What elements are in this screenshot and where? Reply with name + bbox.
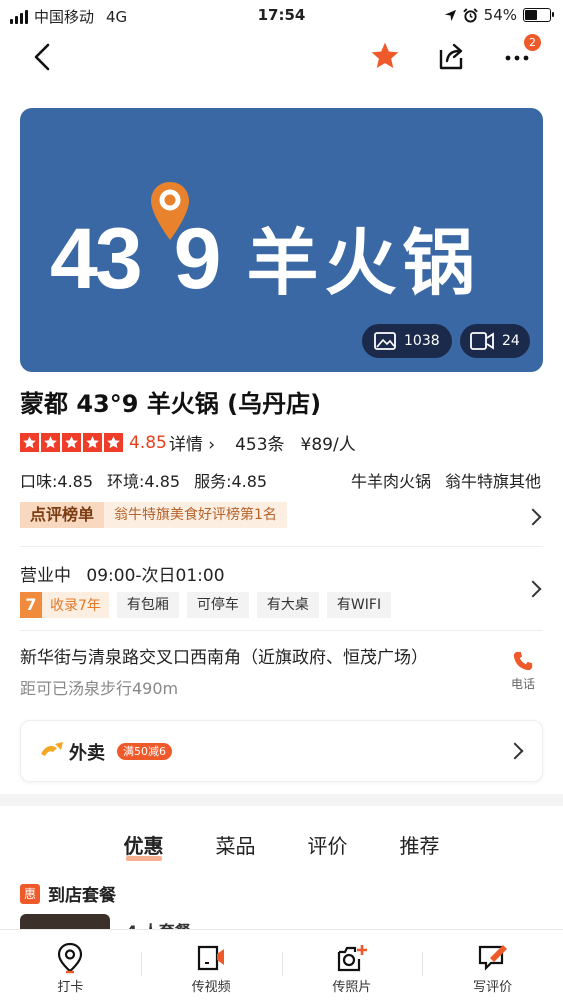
avg-price: ¥89/人 [300,435,356,455]
rating-score: 4.85 [129,432,167,453]
camera-upload-icon [337,945,367,972]
battery-icon [523,8,554,22]
takeout-chevron-icon [506,742,524,760]
upload-photo-button[interactable]: 传照片 [281,930,423,1000]
address-text[interactable]: 新华街与清泉路交叉口西南角（近旗政府、恒茂广场） [20,643,490,668]
nav-bar: 2 [0,30,563,86]
ranking-badge[interactable]: 点评榜单 翁牛特旗美食好评榜第1名 [20,502,287,528]
categories: 牛羊肉火锅 翁牛特旗其他 [351,468,541,492]
delivery-icon [41,742,63,756]
open-time: 09:00-次日01:00 [86,566,225,586]
back-arrow-icon[interactable] [28,42,58,72]
alarm-icon [462,7,478,23]
write-review-button[interactable]: 写评价 [422,930,563,1000]
sub-scores: 口味:4.85 环境:4.85 服务:4.85 [20,468,267,492]
facilities-row: 7 收录7年 有包厢 可停车 有大桌 有WIFI [20,592,392,618]
brand-chinese: 羊火锅 [246,221,481,305]
rating-star-icon [104,433,123,452]
takeout-label: 外卖 [69,743,105,764]
video-upload-icon [198,945,225,971]
write-review-label: 写评价 [473,980,513,995]
phone-button[interactable]: 电话 [511,650,535,692]
facility-tag: 有大桌 [256,592,319,618]
upload-video-button[interactable]: 传视频 [140,930,282,1000]
rating-row: 4.85 详情 › 453条 ¥89/人 [20,430,356,455]
tab-recommend[interactable]: 推荐 [400,830,440,859]
phone-label: 电话 [510,677,535,691]
package-title: 到店套餐 [48,886,116,906]
photos-count: 1038 [404,333,440,349]
tab-deals[interactable]: 优惠 [124,830,164,861]
hours-chevron-icon[interactable] [524,580,542,598]
divider [20,630,543,631]
rating-stars [20,433,123,452]
open-status: 营业中 [20,566,71,586]
tab-dishes[interactable]: 菜品 [216,830,256,859]
rating-star-icon [62,433,81,452]
status-bar: 中国移动 4G 17:54 54% [0,0,563,30]
ranking-chevron-icon[interactable] [524,508,542,526]
distance-text: 距可已汤泉步行490m [20,679,179,698]
shop-name: 蒙都 43°9 羊火锅 (乌丹店) [20,390,322,418]
image-icon [374,332,396,350]
facility-tag: 有WIFI [326,592,392,618]
video-icon [470,332,494,350]
deal-icon: 惠 [20,883,40,904]
upload-photo-label: 传照片 [332,980,372,995]
takeout-promo: 满50减6 [117,743,172,760]
share-icon[interactable] [435,40,467,72]
checkin-button[interactable]: 打卡 [0,930,141,1000]
rating-star-icon [41,433,60,452]
facility-tag: 有包厢 [116,592,179,618]
photos-button[interactable]: 1038 [362,324,452,358]
years-number: 7 [20,592,42,618]
tab-reviews[interactable]: 评价 [308,830,348,859]
location-pin-icon [58,942,83,974]
years-listed-badge: 7 收录7年 [20,592,109,618]
ranking-text: 翁牛特旗美食好评榜第1名 [104,502,287,528]
shop-banner[interactable]: 43 9 羊火锅 1038 24 [20,108,543,372]
write-review-icon [478,945,507,971]
videos-count: 24 [502,333,520,349]
checkin-label: 打卡 [57,980,84,995]
section-gap [0,794,563,806]
brand-logo: 43 9 羊火锅 [50,204,481,309]
category-2[interactable]: 翁牛特旗其他 [445,468,541,492]
phone-icon [513,651,533,671]
brand-number: 43 [50,211,143,307]
years-text: 收录7年 [50,598,101,614]
business-hours[interactable]: 营业中 09:00-次日01:00 [20,561,225,586]
review-count[interactable]: 453条 [235,430,284,455]
location-arrow-icon [444,9,456,21]
rating-star-icon [20,433,39,452]
upload-video-label: 传视频 [191,980,231,995]
battery-percent: 54% [483,6,517,24]
more-menu-icon[interactable]: 2 [501,34,541,72]
videos-button[interactable]: 24 [460,324,530,358]
rating-star-icon [83,433,102,452]
takeout-card[interactable]: 外卖 满50减6 [20,720,543,782]
taste-score: 口味:4.85 [20,472,94,491]
map-pin-logo-icon [151,182,189,240]
package-section-header: 惠 到店套餐 [20,881,116,906]
details-link[interactable]: 详情 › [169,430,215,455]
notification-badge: 2 [524,34,541,51]
favorite-star-icon[interactable] [369,40,401,72]
environment-score: 环境:4.85 [107,472,181,491]
ranking-tag: 点评榜单 [20,502,105,528]
bottom-action-bar: 打卡 传视频 传照片 写评价 [0,929,563,1000]
divider [20,546,543,547]
service-score: 服务:4.85 [194,472,268,491]
category-1[interactable]: 牛羊肉火锅 [351,468,431,492]
section-tabs: 优惠 菜品 评价 推荐 [0,830,563,861]
facility-tag: 可停车 [186,592,249,618]
